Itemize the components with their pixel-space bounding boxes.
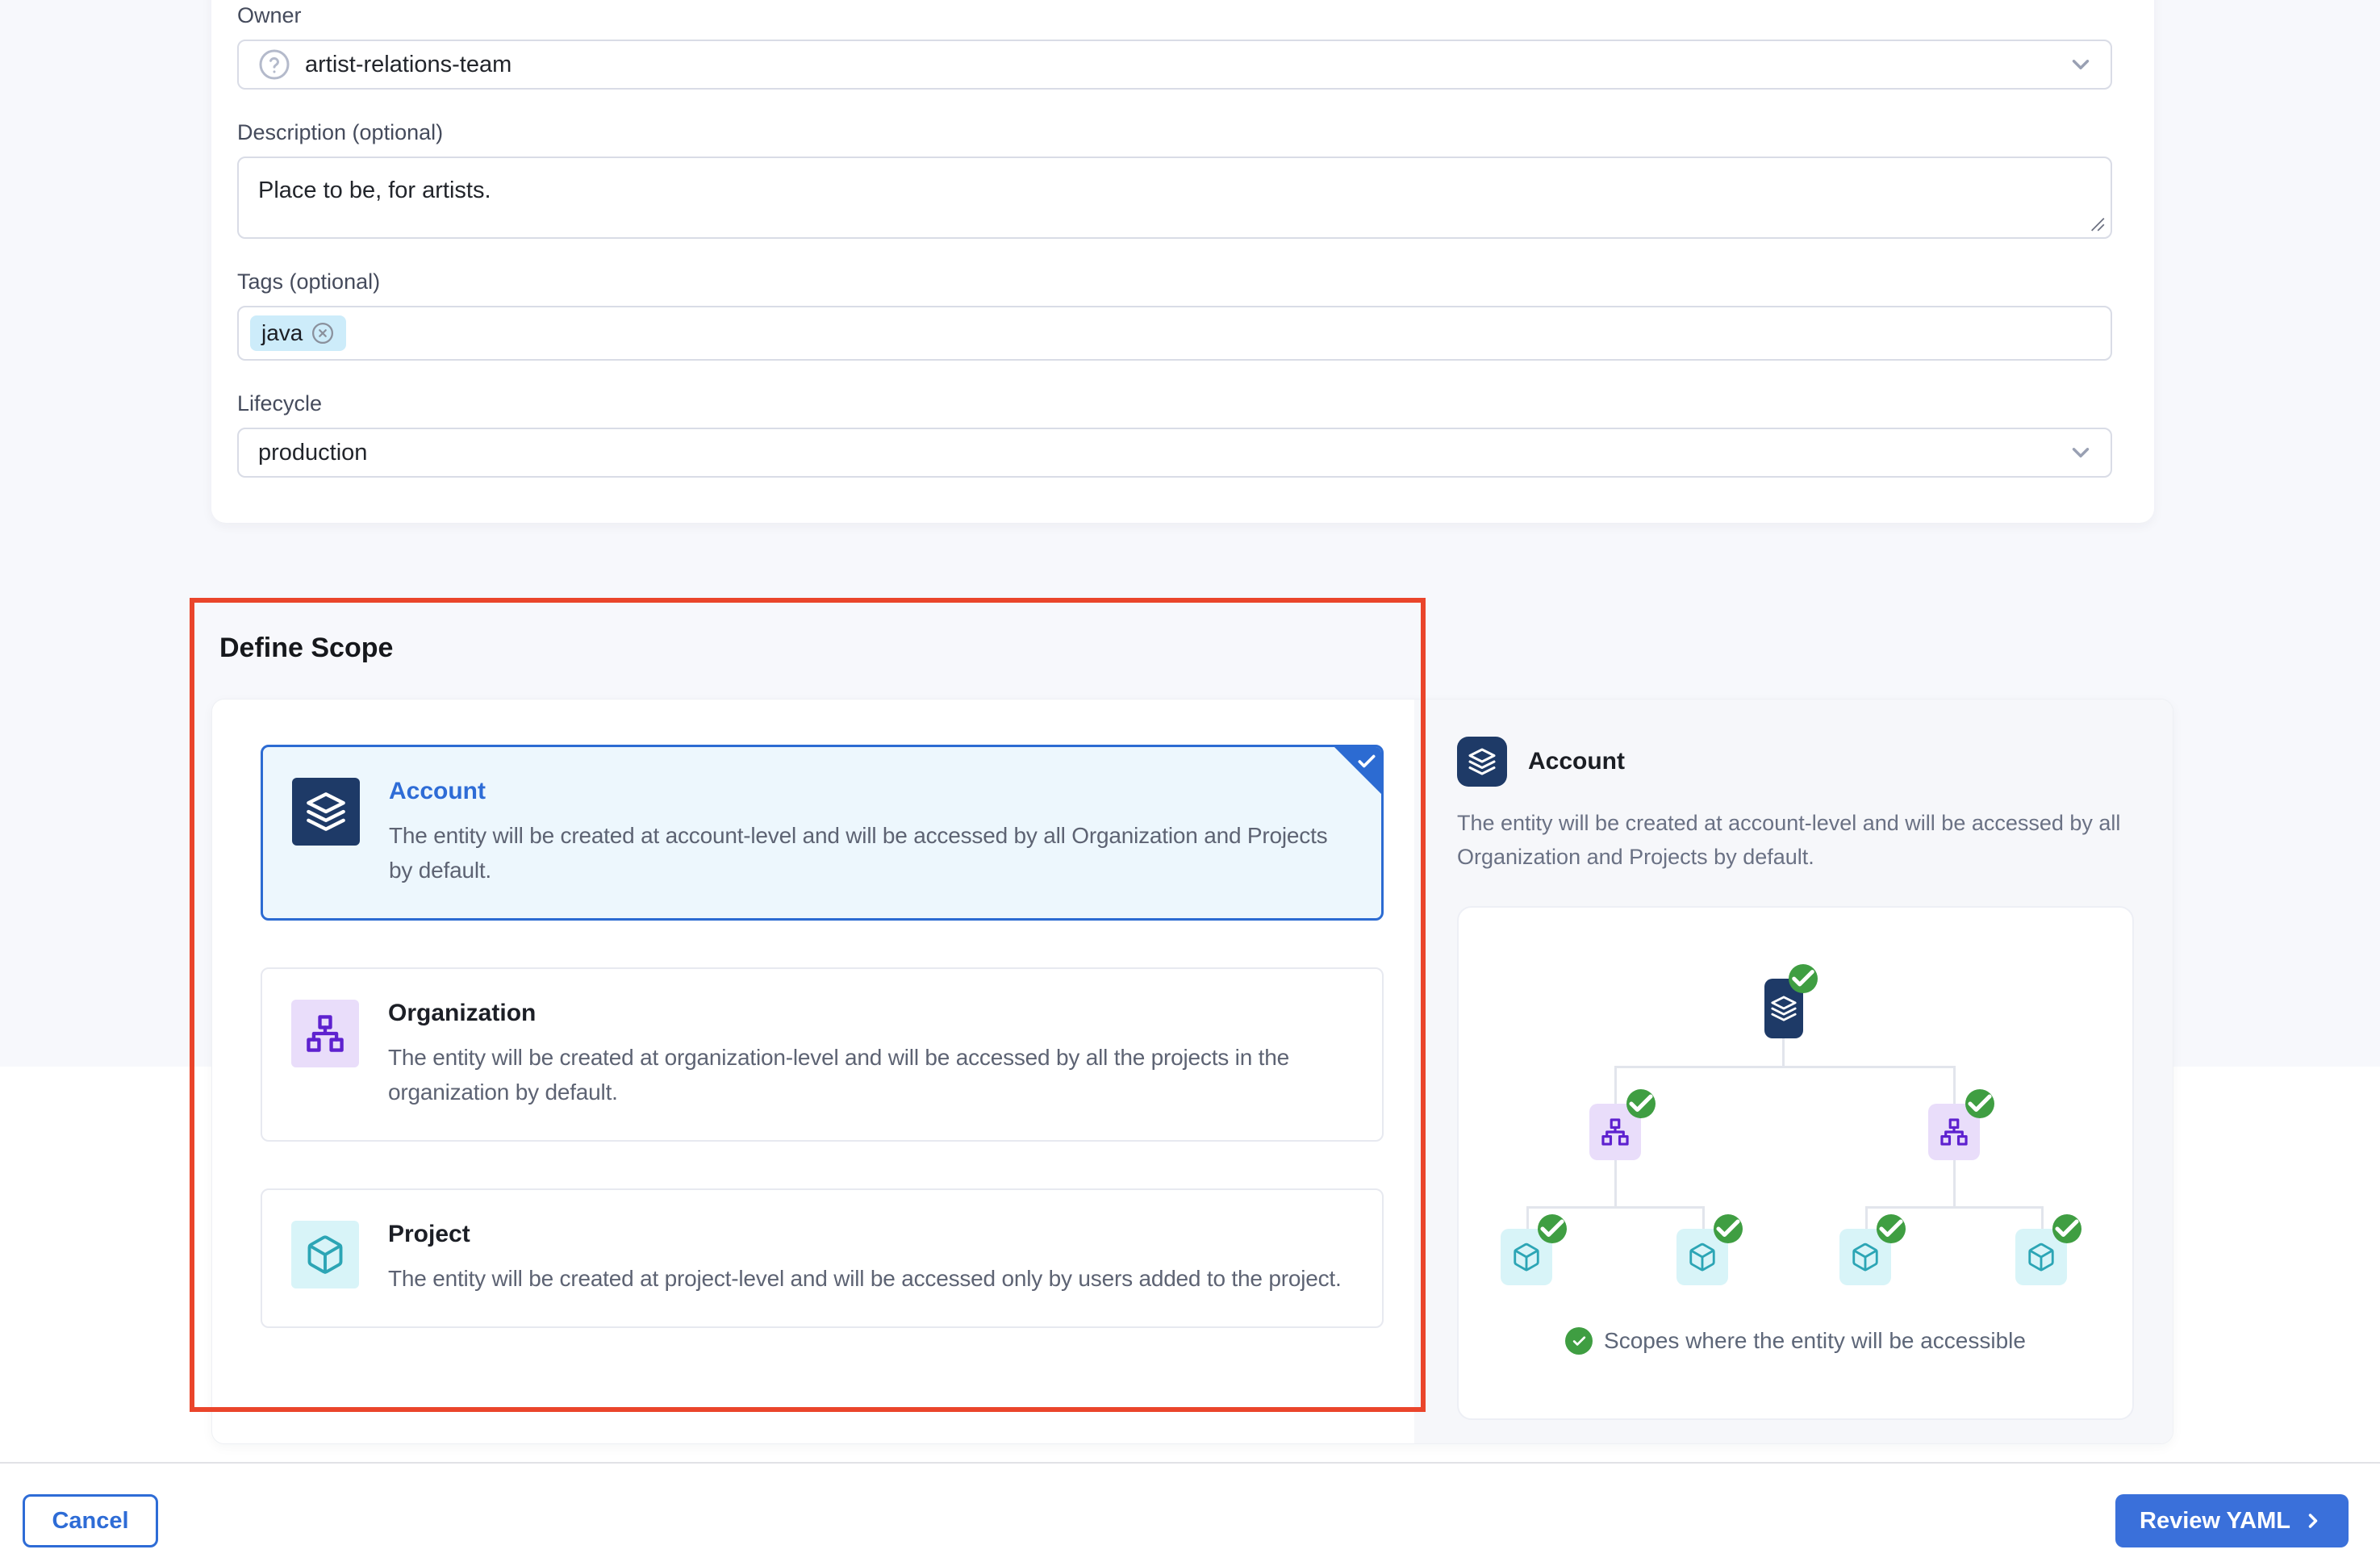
diagram-project-node bbox=[2015, 1229, 2067, 1285]
lifecycle-value: production bbox=[258, 440, 367, 466]
check-badge-icon bbox=[2052, 1214, 2081, 1243]
legend-text: Scopes where the entity will be accessib… bbox=[1604, 1328, 2026, 1354]
scope-preview-panel: Account The entity will be created at ac… bbox=[1414, 700, 2173, 1443]
cancel-button[interactable]: Cancel bbox=[23, 1494, 158, 1547]
check-badge-icon bbox=[1714, 1214, 1743, 1243]
scope-option-title: Organization bbox=[388, 1000, 1350, 1027]
connector-line bbox=[1782, 1038, 1785, 1067]
owner-label: Owner bbox=[237, 3, 2112, 28]
connector-line bbox=[1702, 1206, 1705, 1229]
entity-details-form-card: Owner artist-relations-team Description … bbox=[211, 0, 2154, 523]
scope-hierarchy-diagram: Scopes where the entity will be accessib… bbox=[1457, 906, 2134, 1420]
diagram-legend: Scopes where the entity will be accessib… bbox=[1459, 1327, 2132, 1355]
chevron-down-icon bbox=[2067, 51, 2094, 78]
connector-line bbox=[1614, 1066, 1617, 1104]
chevron-right-icon bbox=[2302, 1510, 2324, 1532]
check-badge-icon bbox=[1789, 964, 1818, 993]
scope-options-list: Account The entity will be created at ac… bbox=[261, 745, 1384, 1375]
connector-line bbox=[1614, 1066, 1955, 1068]
tags-label: Tags (optional) bbox=[237, 269, 2112, 294]
tag-chip-text: java bbox=[261, 320, 303, 346]
check-badge-icon bbox=[1877, 1214, 1906, 1243]
owner-value: artist-relations-team bbox=[305, 52, 511, 78]
scope-selector-card: Account The entity will be created at ac… bbox=[211, 699, 2173, 1444]
diagram-project-node bbox=[1501, 1229, 1552, 1285]
account-layers-icon bbox=[292, 778, 360, 846]
check-badge-icon bbox=[1565, 1327, 1593, 1355]
preview-header: Account bbox=[1457, 737, 2134, 787]
connector-line bbox=[1526, 1206, 1705, 1209]
footer-divider bbox=[0, 1462, 2380, 1464]
diagram-project-node bbox=[1839, 1229, 1891, 1285]
scope-option-organization[interactable]: Organization The entity will be created … bbox=[261, 967, 1384, 1142]
connector-line bbox=[1865, 1206, 1868, 1229]
diagram-project-node bbox=[1676, 1229, 1728, 1285]
scope-option-description: The entity will be created at account-le… bbox=[389, 818, 1349, 888]
project-cube-icon bbox=[291, 1221, 359, 1288]
connector-line bbox=[1865, 1206, 2044, 1209]
diagram-organization-node bbox=[1589, 1104, 1641, 1160]
description-value: Place to be, for artists. bbox=[258, 178, 491, 203]
diagram-account-node bbox=[1764, 979, 1803, 1038]
check-badge-icon bbox=[1538, 1214, 1567, 1243]
connector-line bbox=[1526, 1206, 1529, 1229]
organization-sitemap-icon bbox=[291, 1000, 359, 1067]
tag-chip: java bbox=[250, 315, 346, 351]
check-badge-icon bbox=[1626, 1089, 1656, 1118]
connector-line bbox=[1953, 1160, 1956, 1206]
connector-line bbox=[1614, 1160, 1617, 1206]
check-badge-icon bbox=[1965, 1089, 1994, 1118]
connector-line bbox=[1953, 1066, 1956, 1104]
review-yaml-label: Review YAML bbox=[2140, 1508, 2290, 1535]
description-label: Description (optional) bbox=[237, 120, 2112, 145]
preview-title: Account bbox=[1528, 748, 1625, 775]
scope-option-title: Project bbox=[388, 1221, 1342, 1248]
check-icon bbox=[1356, 751, 1377, 772]
resize-handle[interactable] bbox=[2085, 211, 2106, 232]
scope-option-project[interactable]: Project The entity will be created at pr… bbox=[261, 1188, 1384, 1328]
remove-tag-icon[interactable] bbox=[311, 321, 335, 345]
description-textarea[interactable]: Place to be, for artists. bbox=[237, 157, 2112, 239]
lifecycle-select[interactable]: production bbox=[237, 428, 2112, 478]
preview-description: The entity will be created at account-le… bbox=[1457, 806, 2122, 874]
diagram-organization-node bbox=[1928, 1104, 1980, 1160]
connector-line bbox=[2041, 1206, 2044, 1229]
owner-select[interactable]: artist-relations-team bbox=[237, 40, 2112, 90]
account-layers-icon bbox=[1457, 737, 1507, 787]
help-circle-icon bbox=[258, 48, 290, 81]
scope-option-description: The entity will be created at organizati… bbox=[388, 1040, 1350, 1109]
tags-input[interactable]: java bbox=[237, 306, 2112, 361]
lifecycle-label: Lifecycle bbox=[237, 391, 2112, 416]
scope-option-title: Account bbox=[389, 778, 1349, 805]
chevron-down-icon bbox=[2067, 439, 2094, 466]
scope-option-account[interactable]: Account The entity will be created at ac… bbox=[261, 745, 1384, 921]
define-scope-heading: Define Scope bbox=[219, 633, 393, 664]
scope-option-description: The entity will be created at project-le… bbox=[388, 1261, 1342, 1296]
review-yaml-button[interactable]: Review YAML bbox=[2115, 1494, 2349, 1547]
